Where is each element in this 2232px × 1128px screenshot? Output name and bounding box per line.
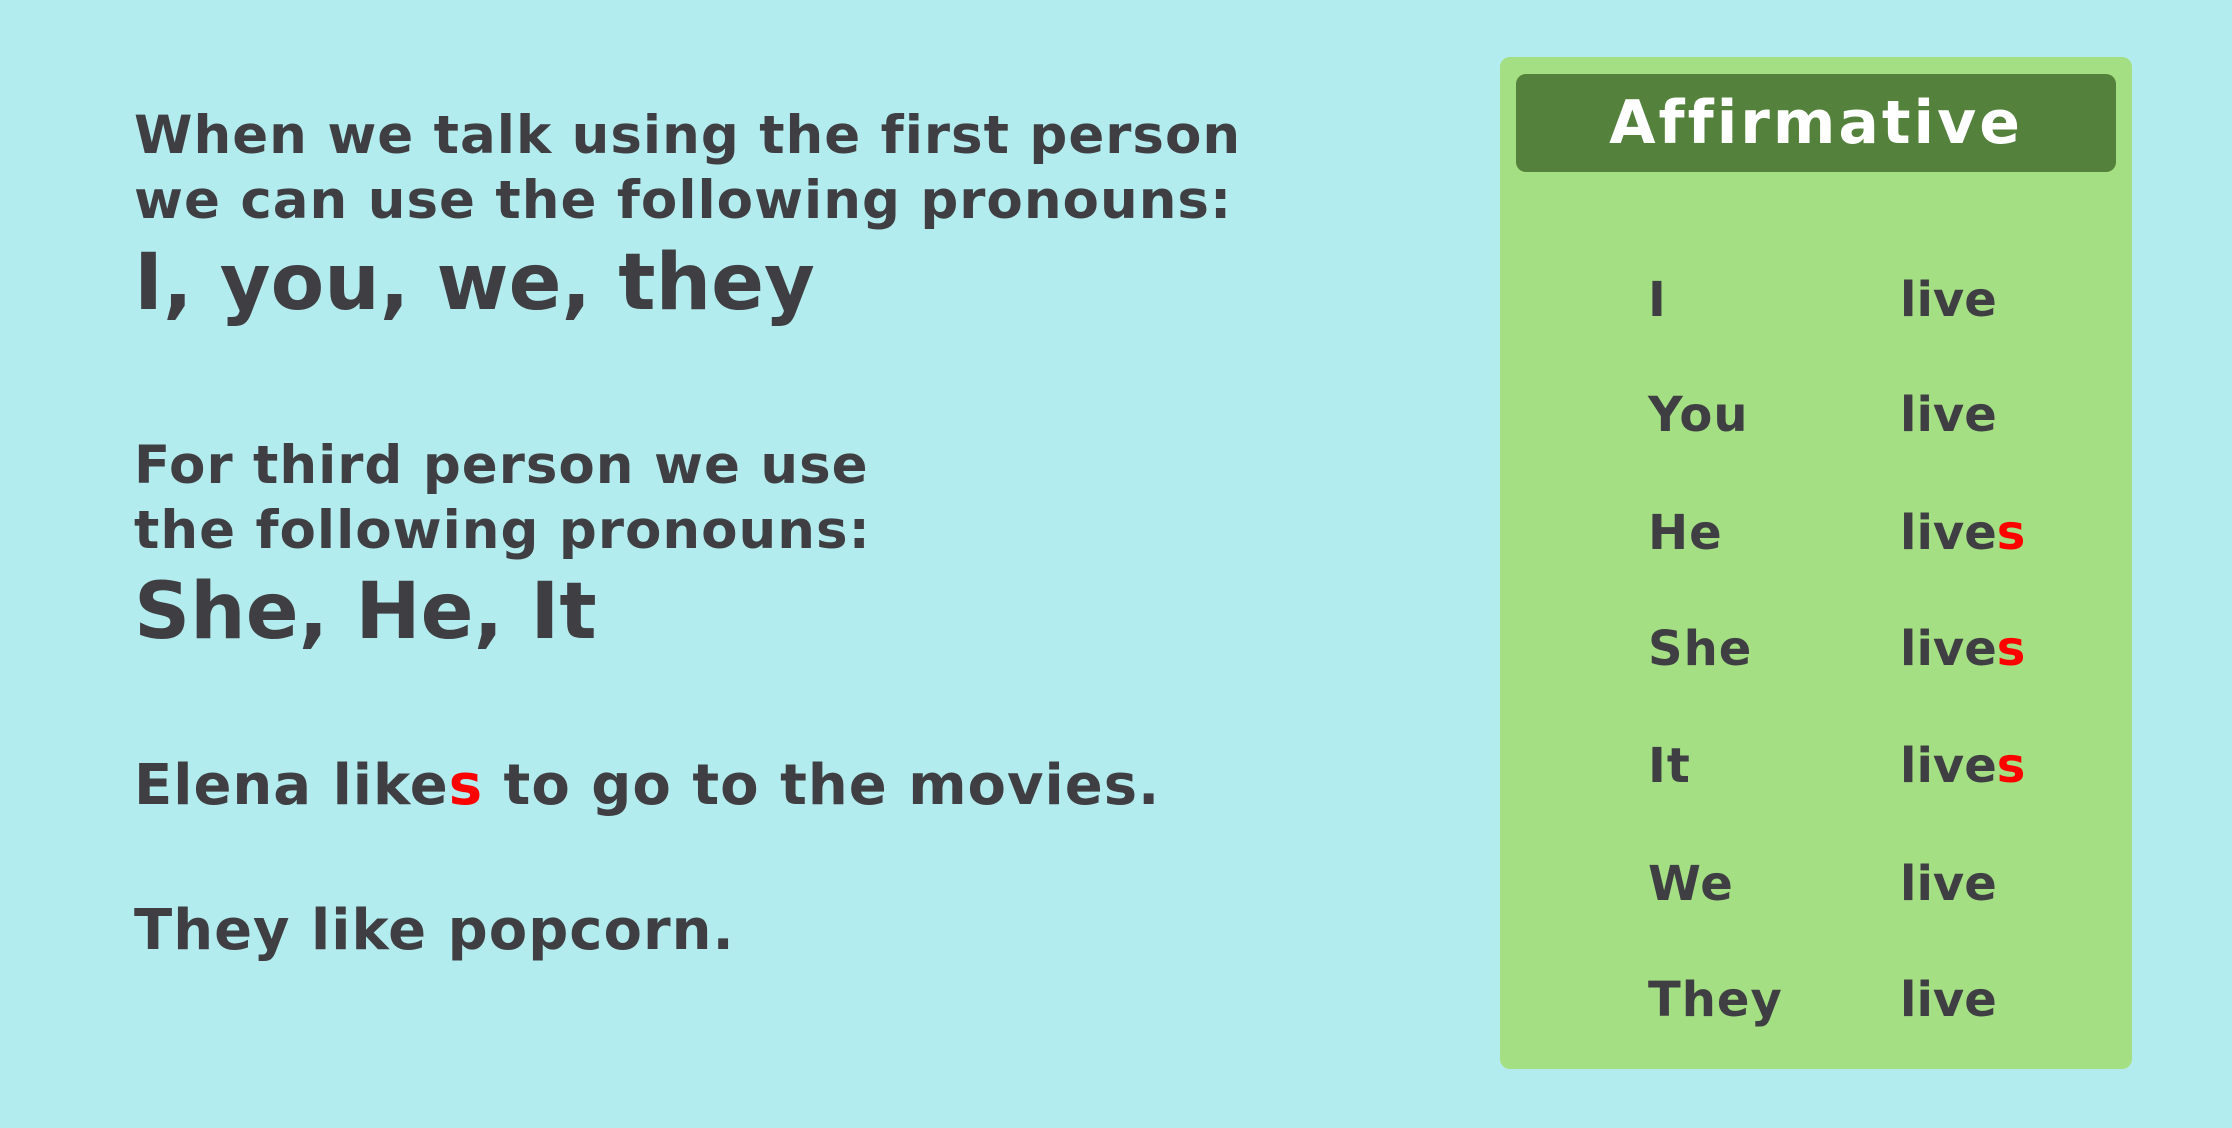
example-2-subject: They — [134, 898, 312, 963]
first-person-line-1: When we talk using the first person — [134, 105, 1242, 166]
row-verb: lives — [1900, 614, 2025, 684]
row-pronoun: It — [1648, 738, 1691, 794]
row-verb: lives — [1900, 731, 2025, 801]
example-sentence-2: They like popcorn. — [134, 896, 735, 966]
verb-suffix: s — [1996, 738, 2026, 794]
third-person-line-2: the following pronouns: — [134, 500, 871, 561]
verb-stem: live — [1900, 856, 1997, 912]
example-1-verb-stem: like — [332, 753, 449, 818]
affirmative-table: Affirmative I live You live He lives She… — [1500, 57, 2132, 1069]
first-person-pronouns: I, you, we, they — [134, 238, 815, 328]
table-row: It lives — [1648, 731, 2108, 801]
example-1-rest: to go to the movies. — [483, 753, 1161, 818]
table-row: You live — [1648, 380, 2108, 450]
verb-suffix: s — [1996, 505, 2026, 561]
table-row: They live — [1648, 965, 2108, 1035]
verb-suffix: s — [1996, 621, 2026, 677]
first-person-line-2: we can use the following pronouns: — [134, 170, 1233, 231]
row-pronoun: You — [1648, 387, 1749, 443]
table-row: He lives — [1648, 498, 2108, 568]
row-pronoun: They — [1648, 972, 1783, 1028]
row-verb: live — [1900, 380, 1997, 450]
row-verb: live — [1900, 265, 1997, 335]
example-2-verb: like — [311, 898, 428, 963]
verb-stem: live — [1900, 738, 1997, 794]
row-verb: lives — [1900, 498, 2025, 568]
row-verb: live — [1900, 849, 1997, 919]
row-verb: live — [1900, 965, 1997, 1035]
example-1-subject: Elena — [134, 753, 333, 818]
row-pronoun: She — [1648, 621, 1753, 677]
verb-stem: live — [1900, 272, 1997, 328]
verb-stem: live — [1900, 387, 1997, 443]
table-title: Affirmative — [1609, 88, 2023, 158]
example-2-rest: popcorn. — [427, 898, 735, 963]
table-header: Affirmative — [1516, 74, 2116, 172]
row-pronoun: I — [1648, 272, 1667, 328]
row-pronoun: We — [1648, 856, 1734, 912]
verb-stem: live — [1900, 505, 1997, 561]
verb-stem: live — [1900, 621, 1997, 677]
table-row: She lives — [1648, 614, 2108, 684]
example-sentence-1: Elena likes to go to the movies. — [134, 751, 1160, 821]
row-pronoun: He — [1648, 505, 1723, 561]
verb-stem: live — [1900, 972, 1997, 1028]
table-row: We live — [1648, 849, 2108, 919]
third-person-pronouns: She, He, It — [134, 567, 597, 657]
table-row: I live — [1648, 265, 2108, 335]
example-1-verb-suffix: s — [448, 753, 484, 818]
third-person-line-1: For third person we use — [134, 435, 869, 496]
